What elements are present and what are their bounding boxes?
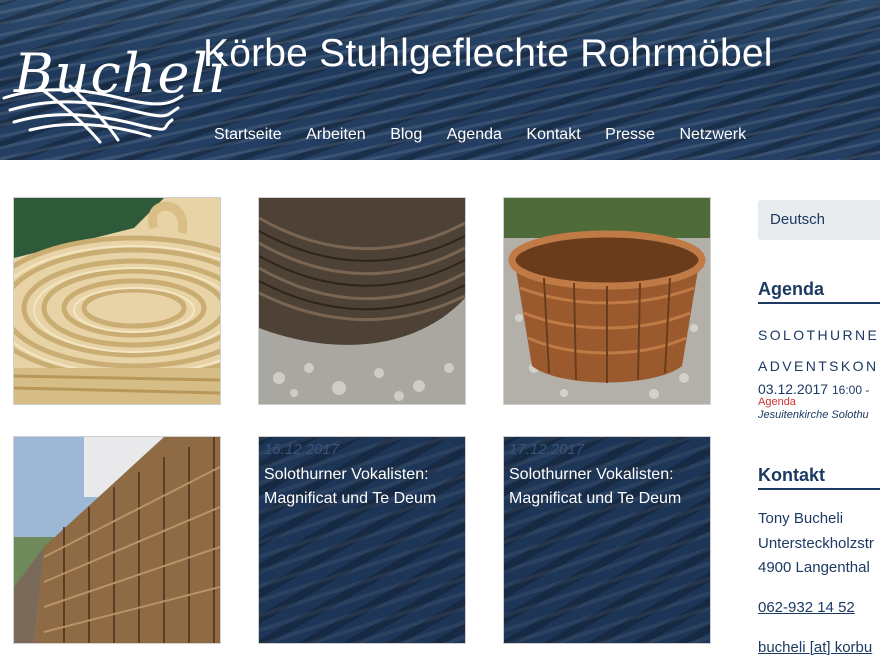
post-date: 17.12.2017 bbox=[509, 441, 585, 458]
nav-item-kontakt[interactable]: Kontakt bbox=[526, 126, 580, 144]
post-title-link[interactable]: Solothurner Vokalisten: Magnificat und T… bbox=[264, 463, 464, 511]
contact-email-link[interactable]: bucheli [at] korbu bbox=[758, 639, 872, 656]
flat-basket-image bbox=[259, 198, 465, 404]
agenda-event-date: 03.12.2017 bbox=[758, 381, 829, 397]
nav-item-netzwerk[interactable]: Netzwerk bbox=[679, 126, 746, 144]
site-title: Körbe Stuhlgeflechte Rohrmöbel bbox=[203, 32, 773, 75]
basket-lid-image bbox=[14, 198, 220, 404]
round-basket-image bbox=[504, 198, 710, 404]
agenda-event-datetime: 03.12.2017 16:00 - bbox=[758, 381, 869, 397]
agenda-widget-title: Agenda bbox=[758, 279, 825, 299]
blog-post-tile-1[interactable]: 16.12.2017 Solothurner Vokalisten: Magni… bbox=[259, 437, 465, 643]
wicker-logo-graphic bbox=[2, 84, 184, 144]
agenda-divider bbox=[758, 302, 880, 304]
contact-city: 4900 Langenthal bbox=[758, 559, 870, 576]
contact-name: Tony Bucheli bbox=[758, 510, 844, 527]
gallery-tile-flat-basket[interactable] bbox=[259, 198, 465, 404]
contact-widget-title: Kontakt bbox=[758, 465, 825, 485]
nav-item-arbeiten[interactable]: Arbeiten bbox=[306, 126, 366, 144]
agenda-event-title-line1[interactable]: SOLOTHURNE bbox=[758, 327, 879, 343]
blog-post-tile-2[interactable]: 17.12.2017 Solothurner Vokalisten: Magni… bbox=[504, 437, 710, 643]
nav-item-presse[interactable]: Presse bbox=[605, 126, 655, 144]
site-header: Bucheli Körbe Stuhlgeflechte Rohrmöbel S… bbox=[0, 0, 880, 160]
post-title-link[interactable]: Solothurner Vokalisten: Magnificat und T… bbox=[509, 463, 709, 511]
contact-divider bbox=[758, 488, 880, 490]
gallery-tile-round-basket[interactable] bbox=[504, 198, 710, 404]
agenda-event-title-line2[interactable]: ADVENTSKON bbox=[758, 358, 878, 374]
language-selector[interactable]: Deutsch bbox=[758, 200, 880, 240]
agenda-event-category[interactable]: Agenda bbox=[758, 396, 796, 408]
nav-item-startseite[interactable]: Startseite bbox=[214, 126, 282, 144]
site-logo[interactable]: Bucheli bbox=[0, 22, 226, 147]
wicker-fence-image bbox=[14, 437, 220, 643]
contact-street: Untersteckholzstr bbox=[758, 535, 874, 552]
agenda-event-time: 16:00 - bbox=[831, 383, 870, 397]
gallery-tile-basket-lid[interactable] bbox=[14, 198, 220, 404]
post-date: 16.12.2017 bbox=[264, 441, 340, 458]
contact-phone-link[interactable]: 062-932 14 52 bbox=[758, 599, 855, 616]
agenda-event-location: Jesuitenkirche Solothu bbox=[758, 409, 869, 421]
nav-item-agenda[interactable]: Agenda bbox=[447, 126, 502, 144]
nav-item-blog[interactable]: Blog bbox=[390, 126, 422, 144]
gallery-tile-wicker-fence[interactable] bbox=[14, 437, 220, 643]
main-nav: Startseite Arbeiten Blog Agenda Kontakt … bbox=[214, 126, 771, 144]
language-selector-label: Deutsch bbox=[770, 211, 826, 228]
